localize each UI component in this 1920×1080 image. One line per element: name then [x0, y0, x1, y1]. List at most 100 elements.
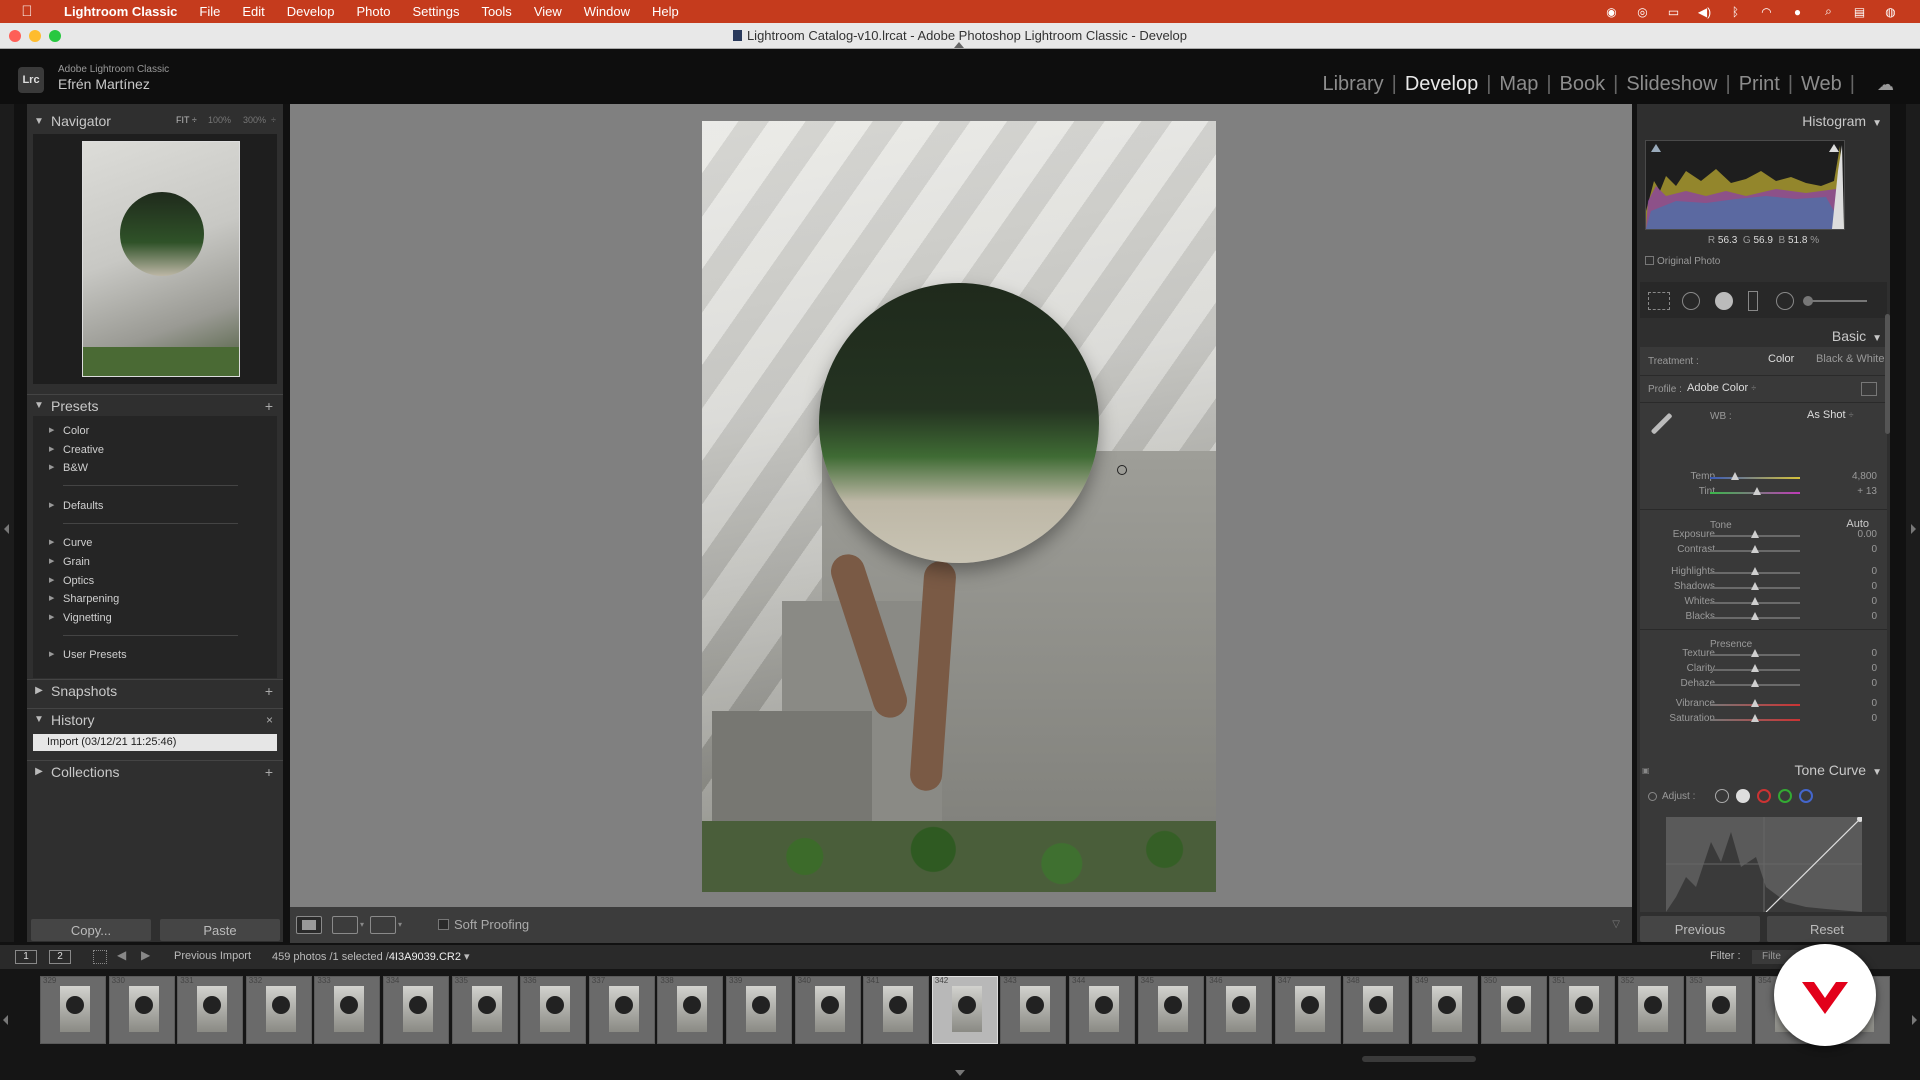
module-library[interactable]: Library [1322, 73, 1383, 96]
right-panel-scrollbar[interactable] [1885, 314, 1890, 434]
photo-canvas[interactable] [290, 104, 1632, 907]
slider-track-texture[interactable] [1710, 649, 1800, 657]
dropdown-arrow-icon[interactable]: ▾ [464, 951, 470, 963]
histogram-header[interactable]: Histogram ▼ [1802, 113, 1882, 129]
soft-proofing-checkbox[interactable] [438, 919, 449, 930]
navigator-preview[interactable] [33, 134, 277, 384]
filmstrip-thumbnail[interactable]: 346 [1206, 976, 1273, 1044]
slider-value-tint[interactable]: + 13 [1857, 486, 1877, 497]
filmstrip-thumbnail[interactable]: 339 [726, 976, 792, 1044]
module-map[interactable]: Map [1499, 73, 1538, 96]
sync-icon[interactable]: ◎ [1627, 5, 1658, 19]
slider-thumb[interactable] [1751, 699, 1759, 707]
filmstrip-thumbnail[interactable]: 335 [451, 976, 518, 1044]
slider-value-saturation[interactable]: 0 [1871, 713, 1877, 724]
original-photo-toggle[interactable]: Original Photo [1645, 256, 1720, 267]
menu-view[interactable]: View [523, 0, 573, 23]
treatment-bw[interactable]: Black & White [1816, 353, 1884, 365]
right-panel-toggle[interactable] [1906, 104, 1920, 942]
filmstrip-thumbnail[interactable]: 332 [245, 976, 312, 1044]
module-develop[interactable]: Develop [1405, 73, 1478, 96]
dropdown-arrow-icon[interactable]: ▾ [360, 920, 364, 929]
crop-tool-icon[interactable] [1648, 292, 1670, 310]
preset-group-sharpening[interactable]: ▶ Sharpening [49, 593, 119, 605]
tone-curve-header[interactable]: Tone Curve ▼ [1795, 762, 1883, 778]
volume-icon[interactable]: ◀) [1689, 5, 1720, 19]
preset-group-defaults[interactable]: ▶ Defaults [49, 500, 103, 512]
bluetooth-icon[interactable]: ᛒ [1720, 5, 1751, 19]
history-item[interactable]: Import (03/12/21 11:25:46) [33, 734, 277, 751]
histogram-chart[interactable] [1645, 140, 1845, 230]
basic-header[interactable]: Basic ▼ [1832, 328, 1882, 344]
green-channel-icon[interactable] [1778, 789, 1792, 803]
toolbar-menu-icon[interactable]: ▽ [1612, 919, 1620, 930]
main-photo[interactable] [702, 121, 1216, 892]
filmstrip-thumbnail[interactable]: 331 [177, 976, 244, 1044]
collapse-top-icon[interactable] [954, 42, 964, 48]
filmstrip-thumbnail[interactable]: 330 [108, 976, 175, 1044]
parametric-curve-icon[interactable] [1715, 789, 1729, 803]
siri-icon[interactable]: ◍ [1875, 5, 1906, 19]
preset-group-user[interactable]: ▶ User Presets [49, 649, 127, 661]
adjustment-brush-icon[interactable] [1803, 296, 1867, 306]
filmstrip-thumbnail[interactable]: 341 [863, 976, 930, 1044]
filmstrip-thumbnail[interactable]: 352 [1617, 976, 1684, 1044]
menu-help[interactable]: Help [641, 0, 690, 23]
slider-value-contrast[interactable]: 0 [1871, 544, 1877, 555]
previous-button[interactable]: Previous [1640, 916, 1760, 942]
slider-thumb[interactable] [1751, 545, 1759, 553]
module-web[interactable]: Web [1801, 73, 1842, 96]
slider-thumb[interactable] [1752, 487, 1761, 495]
before-after-lr-icon[interactable] [332, 916, 358, 934]
display-icon[interactable]: ▭ [1658, 5, 1689, 19]
apple-icon[interactable]:  [18, 0, 36, 23]
slider-thumb[interactable] [1751, 582, 1759, 590]
slider-value-texture[interactable]: 0 [1871, 648, 1877, 659]
slider-value-vibrance[interactable]: 0 [1871, 698, 1877, 709]
slider-value-whites[interactable]: 0 [1871, 596, 1877, 607]
menu-file[interactable]: File [188, 0, 231, 23]
slider-track-dehaze[interactable] [1710, 679, 1800, 687]
filmstrip-thumbnail[interactable]: 334 [383, 976, 449, 1044]
menu-tools[interactable]: Tools [470, 0, 522, 23]
slider-track-whites[interactable] [1710, 597, 1800, 605]
highlight-clipping-icon[interactable] [1829, 144, 1839, 152]
filmstrip-thumbnail[interactable]: 344 [1069, 976, 1135, 1044]
profile-select[interactable]: Adobe Color ÷ [1687, 382, 1756, 394]
zoom-300[interactable]: 300% [243, 115, 266, 125]
selected-filename[interactable]: 4I3A9039.CR2 [389, 951, 461, 963]
module-print[interactable]: Print [1739, 73, 1780, 96]
slider-thumb[interactable] [1751, 679, 1759, 687]
blue-channel-icon[interactable] [1799, 789, 1813, 803]
spot-removal-icon[interactable] [1682, 292, 1700, 310]
filmstrip-thumbnail[interactable]: 351 [1549, 976, 1616, 1044]
zoom-more[interactable]: ÷ [271, 115, 276, 125]
loupe-view-icon[interactable] [296, 916, 322, 934]
cloud-icon[interactable]: ☁ [1877, 75, 1894, 95]
window-1-button[interactable]: 1 [15, 950, 37, 964]
slider-track-highlights[interactable] [1710, 567, 1800, 575]
filmstrip-next-icon[interactable] [1912, 1015, 1917, 1025]
window-2-button[interactable]: 2 [49, 950, 71, 964]
grid-view-icon[interactable] [93, 950, 107, 964]
filmstrip-thumbnail[interactable]: 353 [1686, 976, 1753, 1044]
navigator-header[interactable]: ▼ Navigator FIT ÷ 100% 300% ÷ [27, 110, 283, 132]
point-curve-icon[interactable] [1736, 789, 1750, 803]
history-header[interactable]: ▼ History × [27, 708, 283, 730]
preset-group-creative[interactable]: ▶ Creative [49, 444, 104, 456]
snapshots-header[interactable]: ▶ Snapshots + [27, 679, 283, 701]
menu-settings[interactable]: Settings [401, 0, 470, 23]
target-adjust-icon[interactable] [1648, 792, 1657, 801]
left-panel-toggle[interactable] [0, 104, 14, 942]
slider-track-clarity[interactable] [1710, 664, 1800, 672]
back-arrow-icon[interactable]: ◀ [117, 948, 126, 962]
preset-group-color[interactable]: ▶ Color [49, 425, 89, 437]
red-channel-icon[interactable] [1757, 789, 1771, 803]
add-collection-icon[interactable]: + [265, 764, 273, 780]
menu-app-name[interactable]: Lightroom Classic [53, 0, 188, 23]
filmstrip-thumbnail[interactable]: 347 [1274, 976, 1341, 1044]
filmstrip-thumbnail[interactable]: 343 [1000, 976, 1067, 1044]
filmstrip-prev-icon[interactable] [3, 1015, 8, 1025]
profile-browser-icon[interactable] [1861, 382, 1877, 396]
filmstrip-source[interactable]: Previous Import [174, 950, 251, 962]
